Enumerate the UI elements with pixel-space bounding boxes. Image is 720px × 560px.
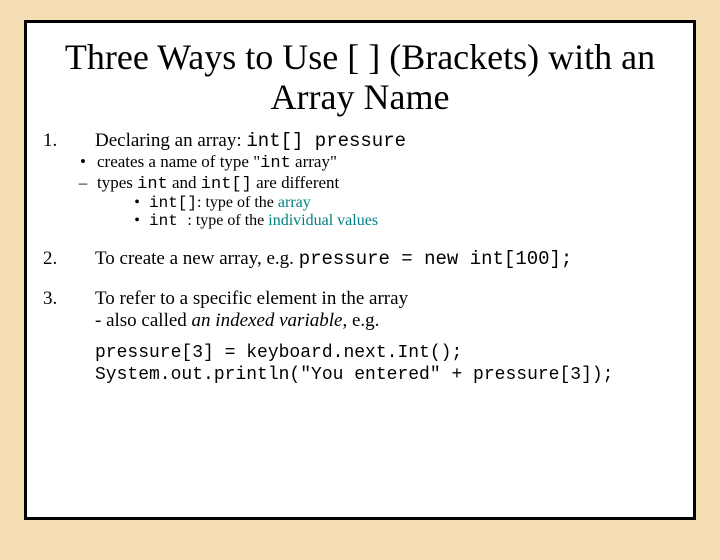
code: int [260,154,291,173]
slide: Three Ways to Use [ ] (Brackets) with an… [24,20,696,520]
code: pressure = new int[100]; [299,248,573,270]
spacer [43,270,677,288]
item-number: 2. [43,248,95,270]
spacer [43,230,677,248]
text: creates a name of type "int array" [97,152,337,173]
code: int[] [201,175,252,194]
text: and [168,173,201,192]
code: int [149,212,187,230]
subitem: • creates a name of type "int array" [69,152,677,173]
item-number: 3. [43,288,95,310]
text: Declaring an array: [95,130,246,151]
highlight-text: array [278,194,311,211]
highlight-text: individual values [268,212,378,229]
page-title: Three Ways to Use [ ] (Brackets) with an… [43,37,677,118]
subsubitem: • int[]: type of the array [125,194,677,212]
text: - also called an indexed variable, e.g. [95,310,677,332]
list-item-1: 1. Declaring an array: int[] pressure [43,130,677,152]
text: types [97,173,137,192]
item-text: To refer to a specific element in the ar… [95,288,677,332]
subitem: – types int and int[] are different [69,173,677,194]
text: To create a new array, e.g. [95,248,299,269]
bullet-icon: • [125,194,149,212]
bullet-icon: • [69,152,97,173]
text: , e.g. [342,310,379,331]
item-text: Declaring an array: int[] pressure [95,130,677,152]
text: are different [252,173,339,192]
text: array" [291,152,337,171]
item-text: To create a new array, e.g. pressure = n… [95,248,677,270]
italic-text: an indexed variable [192,310,343,331]
text: int : type of the individual values [149,212,378,230]
text: types int and int[] are different [97,173,339,194]
subsubitem: • int : type of the individual values [125,212,677,230]
code-line: System.out.println("You entered" + press… [95,364,677,387]
list-item-3: 3. To refer to a specific element in the… [43,288,677,332]
dash-icon: – [69,173,97,194]
code: int[] [149,194,197,212]
code-line: pressure[3] = keyboard.next.Int(); [95,342,677,365]
code: int[] pressure [246,130,406,152]
text: creates a name of type " [97,152,260,171]
code: int [137,175,168,194]
text: : type of the [187,212,268,229]
text: : type of the [197,194,278,211]
code-block: pressure[3] = keyboard.next.Int(); Syste… [95,342,677,387]
text: To refer to a specific element in the ar… [95,288,677,310]
bullet-icon: • [125,212,149,230]
list-item-2: 2. To create a new array, e.g. pressure … [43,248,677,270]
text: int[]: type of the array [149,194,311,212]
item-number: 1. [43,130,95,152]
text: - also called [95,310,192,331]
